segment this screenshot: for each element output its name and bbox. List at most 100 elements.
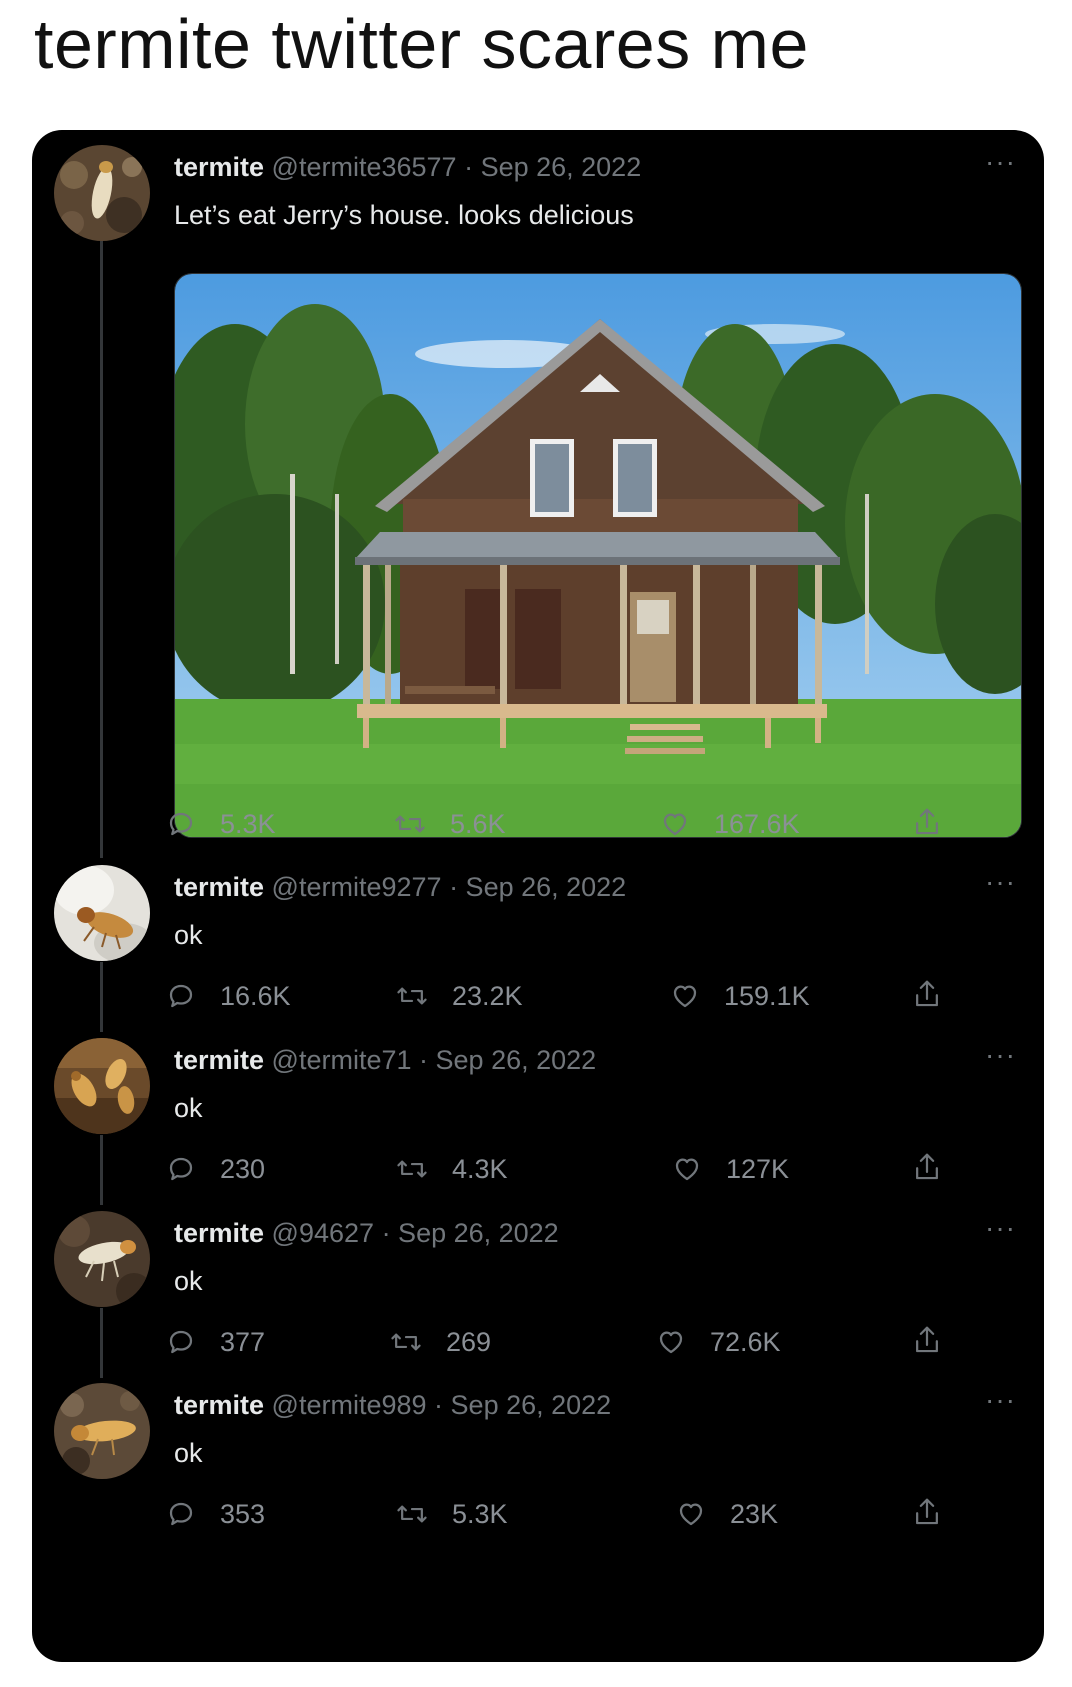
heart-icon bbox=[675, 1158, 699, 1181]
share-button[interactable] bbox=[912, 1324, 942, 1361]
reply-count: 230 bbox=[220, 1153, 266, 1184]
tweet-text: ok bbox=[174, 1438, 203, 1468]
share-button[interactable] bbox=[912, 978, 942, 1015]
tweet-actions: 377 269 72.6K bbox=[32, 1322, 1044, 1362]
like-button[interactable]: 72.6K bbox=[656, 1322, 781, 1362]
display-name[interactable]: termite bbox=[174, 1218, 264, 1248]
reply-button[interactable]: 377 bbox=[166, 1322, 265, 1362]
like-count: 159.1K bbox=[724, 980, 810, 1011]
reply-button[interactable]: 16.6K bbox=[166, 976, 291, 1016]
more-icon[interactable]: ··· bbox=[985, 148, 1016, 176]
heart-icon bbox=[673, 985, 697, 1008]
reply-button[interactable]: 5.3K bbox=[166, 804, 276, 844]
retweet-icon bbox=[391, 1333, 421, 1351]
tweet-header: termite @94627 · Sep 26, 2022 bbox=[174, 1216, 559, 1250]
tweet[interactable]: termite @termite36577 · Sep 26, 2022 ···… bbox=[32, 130, 1044, 850]
user-handle[interactable]: @termite36577 bbox=[272, 152, 457, 182]
display-name[interactable]: termite bbox=[174, 1390, 264, 1420]
share-icon bbox=[916, 980, 938, 1007]
tweet-date[interactable]: · Sep 26, 2022 bbox=[449, 872, 626, 902]
avatar[interactable] bbox=[54, 145, 150, 241]
tweet-media-image[interactable] bbox=[174, 273, 1022, 838]
tweet-text: ok bbox=[174, 1266, 203, 1296]
retweet-icon bbox=[397, 1160, 427, 1178]
more-icon[interactable]: ··· bbox=[985, 1041, 1016, 1069]
retweet-button[interactable]: 5.3K bbox=[396, 1494, 508, 1534]
reply-icon bbox=[169, 1330, 193, 1354]
more-icon[interactable]: ··· bbox=[985, 1214, 1016, 1242]
like-count: 167.6K bbox=[714, 808, 800, 839]
display-name[interactable]: termite bbox=[174, 1045, 264, 1075]
like-count: 127K bbox=[726, 1153, 790, 1184]
user-handle[interactable]: @94627 bbox=[272, 1218, 375, 1248]
retweet-count: 5.3K bbox=[452, 1498, 508, 1529]
tweet-header: termite @termite71 · Sep 26, 2022 bbox=[174, 1043, 596, 1077]
retweet-count: 5.6K bbox=[450, 808, 506, 839]
heart-icon bbox=[679, 1503, 703, 1526]
tweet-header: termite @termite36577 · Sep 26, 2022 bbox=[174, 150, 641, 184]
reply-icon bbox=[169, 1502, 193, 1526]
share-button[interactable] bbox=[912, 1496, 942, 1533]
tweet-date[interactable]: · Sep 26, 2022 bbox=[434, 1390, 611, 1420]
share-icon bbox=[916, 808, 938, 835]
tweet-actions: 5.3K 5.6K 167.6K bbox=[32, 804, 1044, 844]
reply-icon bbox=[169, 812, 193, 836]
tweet-date[interactable]: · Sep 26, 2022 bbox=[382, 1218, 559, 1248]
share-button[interactable] bbox=[912, 1151, 942, 1188]
retweet-button[interactable]: 269 bbox=[390, 1322, 491, 1362]
tweet-actions: 230 4.3K 127K bbox=[32, 1149, 1044, 1189]
tweet[interactable]: termite @termite989 · Sep 26, 2022 ··· o… bbox=[32, 1383, 1044, 1553]
reply-button[interactable]: 230 bbox=[166, 1149, 265, 1189]
tweet[interactable]: termite @termite71 · Sep 26, 2022 ··· ok… bbox=[32, 1038, 1044, 1208]
tweet[interactable]: termite @94627 · Sep 26, 2022 ··· ok 377… bbox=[32, 1211, 1044, 1381]
user-handle[interactable]: @termite989 bbox=[272, 1390, 427, 1420]
more-icon[interactable]: ··· bbox=[985, 868, 1016, 896]
like-count: 72.6K bbox=[710, 1326, 781, 1357]
retweet-count: 23.2K bbox=[452, 980, 523, 1011]
user-handle[interactable]: @termite9277 bbox=[272, 872, 442, 902]
avatar[interactable] bbox=[54, 1383, 150, 1479]
tweet-thread-card: termite @termite36577 · Sep 26, 2022 ···… bbox=[32, 130, 1044, 1662]
post-caption: termite twitter scares me bbox=[34, 5, 809, 83]
tweet-header: termite @termite9277 · Sep 26, 2022 bbox=[174, 870, 626, 904]
reply-icon bbox=[169, 984, 193, 1008]
share-icon bbox=[916, 1153, 938, 1180]
tweet[interactable]: termite @termite9277 · Sep 26, 2022 ··· … bbox=[32, 865, 1044, 1035]
user-handle[interactable]: @termite71 bbox=[272, 1045, 412, 1075]
avatar[interactable] bbox=[54, 1211, 150, 1307]
tweet-text: ok bbox=[174, 920, 203, 950]
retweet-icon bbox=[397, 1505, 427, 1523]
reply-count: 377 bbox=[220, 1326, 266, 1357]
like-count: 23K bbox=[730, 1498, 779, 1529]
reply-button[interactable]: 353 bbox=[166, 1494, 265, 1534]
like-button[interactable]: 127K bbox=[672, 1149, 789, 1189]
house-photo bbox=[175, 274, 1021, 837]
retweet-button[interactable]: 5.6K bbox=[394, 804, 506, 844]
avatar[interactable] bbox=[54, 865, 150, 961]
more-icon[interactable]: ··· bbox=[985, 1386, 1016, 1414]
share-button[interactable] bbox=[912, 806, 942, 843]
retweet-count: 269 bbox=[446, 1326, 492, 1357]
avatar[interactable] bbox=[54, 1038, 150, 1134]
reply-count: 16.6K bbox=[220, 980, 291, 1011]
reply-count: 353 bbox=[220, 1498, 266, 1529]
tweet-text: ok bbox=[174, 1093, 203, 1123]
tweet-text: Let’s eat Jerry’s house. looks delicious bbox=[174, 200, 634, 230]
tweet-date[interactable]: · Sep 26, 2022 bbox=[419, 1045, 596, 1075]
share-icon bbox=[916, 1498, 938, 1525]
tweet-actions: 353 5.3K 23K bbox=[32, 1494, 1044, 1534]
display-name[interactable]: termite bbox=[174, 152, 264, 182]
like-button[interactable]: 23K bbox=[676, 1494, 778, 1534]
tweet-actions: 16.6K 23.2K 159.1K bbox=[32, 976, 1044, 1016]
retweet-button[interactable]: 23.2K bbox=[396, 976, 523, 1016]
retweet-icon bbox=[395, 815, 425, 833]
share-icon bbox=[916, 1326, 938, 1353]
retweet-count: 4.3K bbox=[452, 1153, 508, 1184]
retweet-button[interactable]: 4.3K bbox=[396, 1149, 508, 1189]
like-button[interactable]: 159.1K bbox=[670, 976, 810, 1016]
like-button[interactable]: 167.6K bbox=[660, 804, 800, 844]
tweet-date[interactable]: · Sep 26, 2022 bbox=[464, 152, 641, 182]
heart-icon bbox=[663, 813, 687, 836]
display-name[interactable]: termite bbox=[174, 872, 264, 902]
retweet-icon bbox=[397, 987, 427, 1005]
